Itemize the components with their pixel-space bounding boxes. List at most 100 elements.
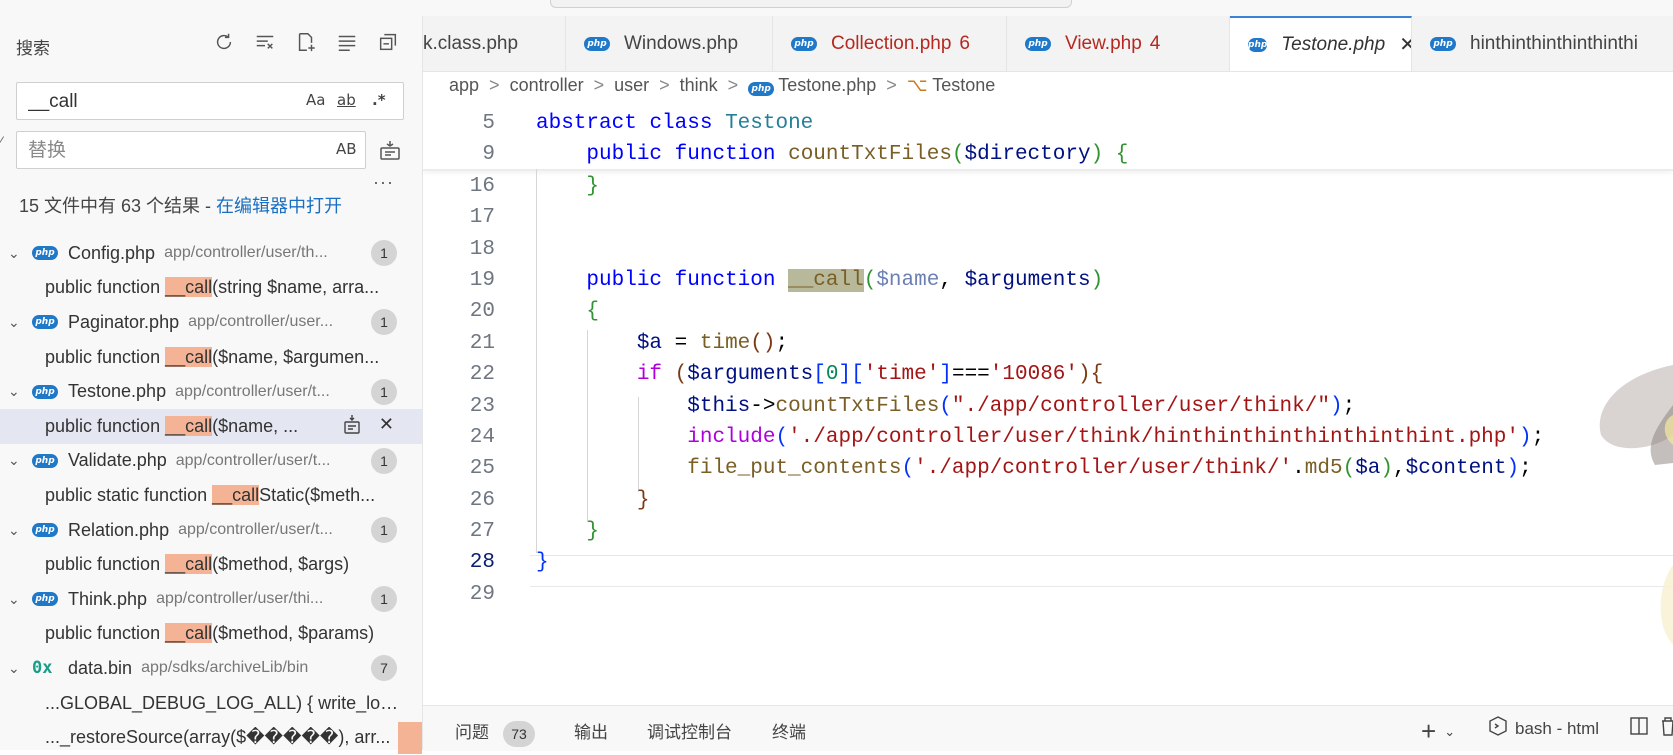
breadcrumb-separator: > <box>886 75 897 95</box>
search-field[interactable]: Aa ab .* <box>16 82 404 120</box>
trash-icon[interactable] <box>1661 716 1673 741</box>
close-icon[interactable]: ✕ <box>1399 32 1411 57</box>
breadcrumb-item[interactable]: ⌥ Testone <box>907 75 995 96</box>
line-number: 23 <box>469 394 495 418</box>
match-prefix: ...GLOBAL_DEBUG_LOG_ALL) { write_log(... <box>45 692 405 713</box>
sidebar-title: 搜索 <box>16 39 50 58</box>
add-terminal-icon[interactable]: + <box>1421 716 1436 747</box>
editor-tab[interactable]: php View.php 4 <box>1007 16 1230 71</box>
tab-problems[interactable]: 问题 73 <box>455 718 535 747</box>
breadcrumb-item[interactable]: think <box>680 75 718 96</box>
php-file-icon: php <box>1430 36 1456 51</box>
result-file-path: app/sdks/archiveLib/bin <box>141 659 309 677</box>
result-match-row[interactable]: ...GLOBAL_DEBUG_LOG_ALL) { write_log(... <box>0 686 422 721</box>
match-text: public function __call($name, ... <box>45 415 298 437</box>
binary-file-icon: 0x <box>32 658 53 679</box>
code-editor[interactable]: 5 abstract class Testone 9 public functio… <box>423 108 1673 610</box>
toggle-details-icon[interactable]: ··· <box>373 172 394 193</box>
toggle-replace-icon[interactable]: ⁄ <box>0 133 2 149</box>
editor-tab[interactable]: php hinthinthinthinthinthi <box>1412 16 1673 71</box>
line-number: 26 <box>469 488 495 512</box>
breadcrumb-separator: > <box>727 75 739 95</box>
search-results-tree: ⌄ php Config.php app/controller/user/th... 1… <box>0 236 422 755</box>
editor-tab[interactable]: php Windows.php <box>566 16 773 71</box>
chevron-down-icon[interactable]: ⌄ <box>8 660 22 677</box>
chevron-down-icon[interactable]: ⌄ <box>1444 724 1455 740</box>
result-match-row[interactable]: public function __call($name, ... ✕ <box>0 408 422 444</box>
code-line: public function countTxtFiles($directory… <box>586 143 1129 167</box>
chevron-down-icon[interactable]: ⌄ <box>8 522 22 539</box>
replace-icon[interactable] <box>343 414 361 439</box>
result-match-row[interactable]: public static function __callStatic($met… <box>0 478 422 513</box>
line-number: 5 <box>482 112 495 135</box>
split-terminal-icon[interactable] <box>1629 716 1649 741</box>
tab-debug-console[interactable]: 调试控制台 <box>647 718 732 743</box>
php-file-icon: php <box>1025 36 1051 51</box>
match-highlight: __call <box>165 623 213 644</box>
result-file-row[interactable]: ⌄ 0x data.bin app/sdks/archiveLib/bin 7 <box>0 651 422 686</box>
class-icon: ⌥ <box>906 75 928 95</box>
breadcrumb-item[interactable]: app <box>449 75 479 96</box>
match-prefix: public function <box>45 623 166 644</box>
result-match-row[interactable]: public function __call($method, $args) <box>0 547 422 582</box>
match-highlight: __call <box>212 484 260 505</box>
breadcrumb-label: Testone <box>932 75 996 95</box>
chevron-down-icon[interactable]: ⌄ <box>8 452 22 469</box>
dismiss-icon[interactable]: ✕ <box>379 414 394 439</box>
command-center[interactable] <box>550 0 1072 8</box>
match-whole-word-icon[interactable]: ab <box>337 91 356 109</box>
result-file-row[interactable]: ⌄ php Testone.php app/controller/user/t... 1 <box>0 374 422 409</box>
result-file-path: app/controller/user... <box>188 313 334 331</box>
match-highlight-tail <box>398 721 422 754</box>
chevron-down-icon[interactable]: ⌄ <box>8 383 22 400</box>
code-line: } <box>536 551 549 575</box>
clear-results-icon[interactable] <box>253 30 277 54</box>
php-file-icon: php <box>32 384 58 399</box>
refresh-icon[interactable] <box>212 30 236 54</box>
tab-label: hinthinthinthinthinthi <box>1470 32 1638 54</box>
replace-input[interactable] <box>26 139 290 163</box>
breadcrumb-item[interactable]: php Testone.php <box>748 75 876 96</box>
match-prefix: public function <box>45 415 166 436</box>
result-match-row[interactable]: public function __call(string $name, arr… <box>0 271 422 306</box>
chevron-down-icon[interactable]: ⌄ <box>8 245 22 262</box>
use-regex-icon[interactable]: .* <box>372 91 386 109</box>
editor-tab[interactable]: php Testone.php ✕ <box>1230 16 1412 71</box>
editor-tab[interactable]: php Collection.php 6 <box>773 16 1007 71</box>
result-file-row[interactable]: ⌄ php Validate.php app/controller/user/t...… <box>0 444 422 479</box>
result-file-row[interactable]: ⌄ php Relation.php app/controller/user/t...… <box>0 513 422 548</box>
line-number: 27 <box>469 520 495 544</box>
result-file-row[interactable]: ⌄ php Paginator.php app/controller/user... 1 <box>0 305 422 340</box>
php-file-icon: php <box>32 453 58 468</box>
replace-all-icon[interactable] <box>378 138 402 162</box>
breadcrumb-item[interactable]: user <box>614 75 649 96</box>
collapse-all-icon[interactable] <box>376 30 400 54</box>
tab-terminal[interactable]: 终端 <box>772 718 806 743</box>
chevron-down-icon[interactable]: ⌄ <box>8 591 22 608</box>
result-file-row[interactable]: ⌄ php Config.php app/controller/user/th... 1 <box>0 236 422 271</box>
breadcrumb-item[interactable]: controller <box>510 75 584 96</box>
editor-tabs: k.class.php php Windows.php php Collection.p… <box>423 16 1673 72</box>
result-file-name: Relation.php <box>68 519 170 540</box>
preserve-case-icon[interactable]: AB <box>336 140 357 158</box>
new-search-editor-icon[interactable] <box>294 30 318 54</box>
view-as-list-icon[interactable] <box>335 30 359 54</box>
terminal-name[interactable]: bash - html <box>1515 719 1599 739</box>
match-text: public function __call(string $name, arr… <box>45 277 379 298</box>
code-line: public function __call($name, $arguments… <box>586 268 1104 292</box>
chevron-down-icon[interactable]: ⌄ <box>8 314 22 331</box>
search-input[interactable] <box>26 90 290 114</box>
tab-output[interactable]: 输出 <box>574 718 608 743</box>
result-count-badge: 1 <box>371 447 397 474</box>
result-match-row[interactable]: public function __call($method, $params) <box>0 617 422 652</box>
result-match-row[interactable]: public function __call($name, $argumen..… <box>0 340 422 375</box>
breadcrumb-label: think <box>679 75 718 95</box>
result-file-row[interactable]: ⌄ php Think.php app/controller/user/thi... 1 <box>0 582 422 617</box>
match-case-icon[interactable]: Aa <box>306 91 325 109</box>
editor-tab[interactable]: k.class.php <box>423 16 566 71</box>
result-file-name: data.bin <box>68 657 133 678</box>
match-suffix: ($method, $args) <box>212 554 350 575</box>
open-in-editor-link[interactable]: 在编辑器中打开 <box>216 196 342 216</box>
result-count-badge: 1 <box>371 517 397 544</box>
replace-field[interactable]: AB <box>16 131 366 169</box>
